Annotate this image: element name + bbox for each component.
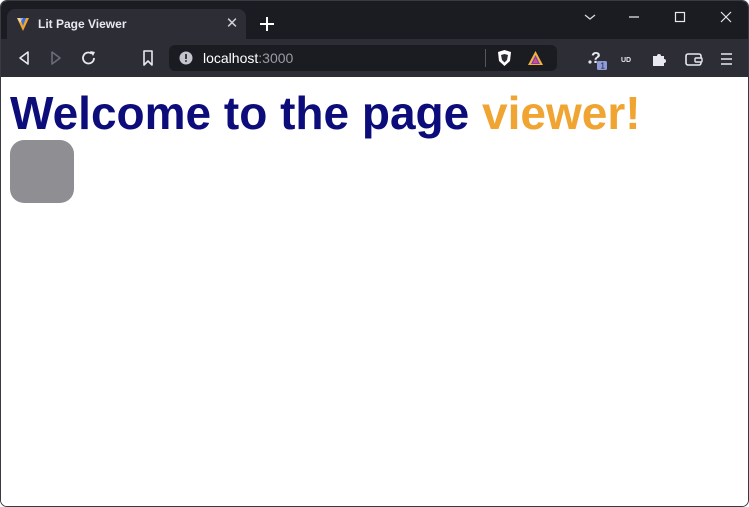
tab-lit-page-viewer[interactable]: Lit Page Viewer ✕ xyxy=(7,9,246,39)
wallet-icon[interactable] xyxy=(683,48,705,70)
brave-shields-icon[interactable] xyxy=(496,49,513,67)
ud-extension-icon[interactable]: UD xyxy=(618,48,640,70)
tab-strip: Lit Page Viewer ✕ xyxy=(1,1,748,39)
tab-title: Lit Page Viewer xyxy=(38,17,127,31)
address-bar[interactable]: localhost:3000 xyxy=(169,45,557,71)
plus-icon[interactable] xyxy=(257,14,277,34)
help-badge: 1 xyxy=(601,62,606,71)
minimize-icon[interactable] xyxy=(623,7,645,27)
extensions-icon[interactable] xyxy=(649,48,671,70)
url-host: localhost xyxy=(203,50,259,66)
maximize-icon[interactable] xyxy=(669,7,691,27)
heading-space xyxy=(469,87,482,139)
tab-search-icon[interactable] xyxy=(579,7,601,27)
lit-flame-icon xyxy=(17,18,29,31)
url-port: :3000 xyxy=(258,50,294,66)
back-icon[interactable] xyxy=(14,48,34,68)
browser-window: Lit Page Viewer ✕ localhost:3000 ? 1 UD … xyxy=(0,0,749,507)
info-icon[interactable] xyxy=(179,51,193,65)
page-viewport: Welcome to the page viewer! xyxy=(1,77,748,506)
brave-rewards-icon[interactable] xyxy=(527,50,544,66)
heading-bold-word: page xyxy=(361,87,470,139)
page-heading: Welcome to the page viewer! xyxy=(10,87,641,139)
url-text[interactable]: localhost:3000 xyxy=(203,50,293,66)
address-divider xyxy=(485,49,486,67)
forward-icon[interactable] xyxy=(46,48,66,68)
heading-accent-word: viewer! xyxy=(482,87,641,139)
menu-icon[interactable] xyxy=(716,48,738,70)
close-icon[interactable] xyxy=(715,7,737,27)
help-icon[interactable]: ? 1 xyxy=(586,48,608,70)
bookmark-icon[interactable] xyxy=(138,48,158,68)
reload-icon[interactable] xyxy=(79,48,99,68)
tab-close-icon[interactable]: ✕ xyxy=(224,16,240,32)
gray-rounded-box xyxy=(10,140,74,203)
heading-prefix: Welcome to the xyxy=(10,87,362,139)
ud-label: UD xyxy=(621,57,631,64)
toolbar: localhost:3000 ? 1 UD xyxy=(1,39,748,77)
